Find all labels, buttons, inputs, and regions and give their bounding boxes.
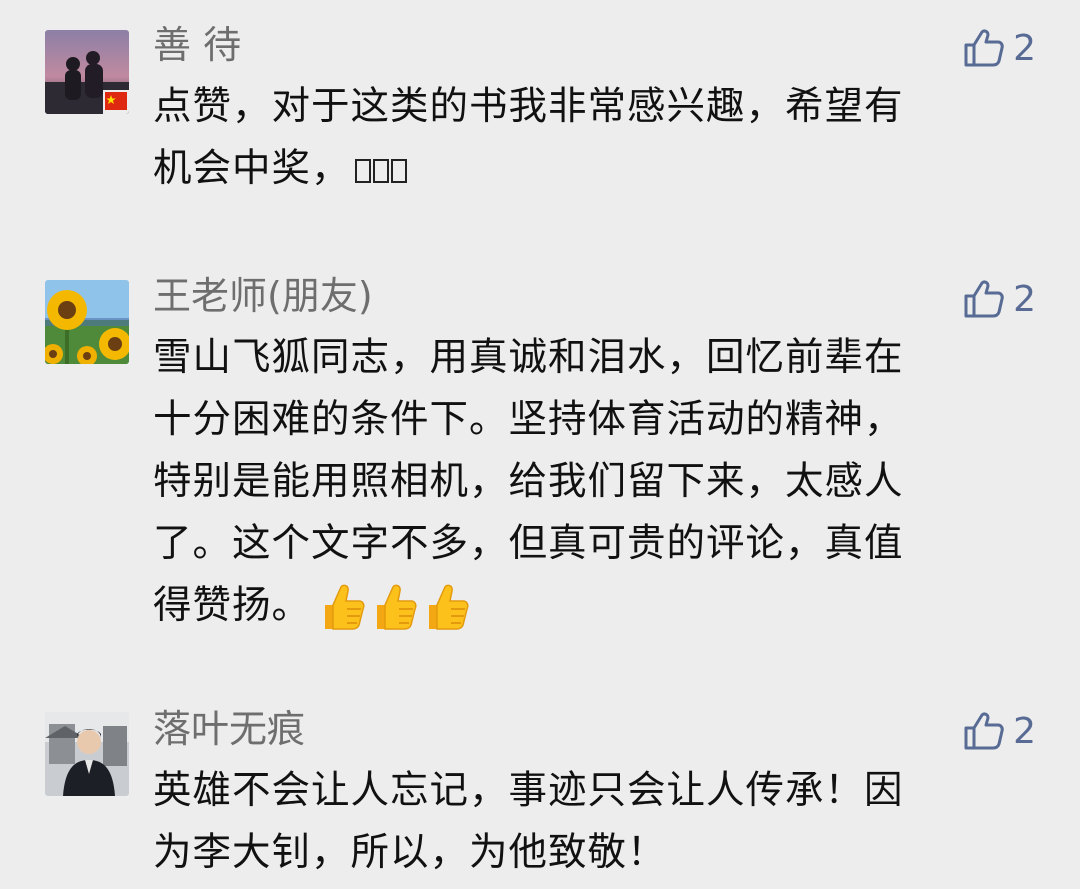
like-count: 2 — [1013, 27, 1036, 69]
china-flag-icon — [105, 92, 127, 110]
comment-line-text: 得赞扬。 — [153, 583, 312, 628]
comment-text: 点赞，对于这类的书我非常感兴趣，希望有 机会中奖， — [153, 76, 1013, 202]
like-button[interactable]: 2 — [963, 708, 1036, 754]
comment-line: 机会中奖， — [153, 138, 1013, 202]
comment-line: 了。这个文字不多，但真可贵的评论，真值 — [153, 521, 904, 566]
commenter-name[interactable]: 王老师(朋友) — [153, 273, 373, 319]
like-button[interactable]: 2 — [963, 276, 1036, 322]
like-count: 2 — [1013, 278, 1036, 320]
commenter-name[interactable]: 善 待 — [153, 22, 241, 68]
emoji-group — [319, 583, 471, 633]
comment-line: 十分困难的条件下。坚持体育活动的精神， — [153, 397, 904, 442]
thumb-up-outline-icon — [964, 280, 1004, 318]
thumbs-up-emoji-icon — [429, 584, 469, 630]
avatar[interactable] — [45, 30, 129, 114]
thumbs-up-emoji-icon — [377, 584, 417, 630]
like-button[interactable]: 2 — [963, 25, 1036, 71]
comment-line-text: 机会中奖， — [153, 146, 351, 191]
comment-text: 英雄不会让人忘记，事迹只会让人传承！因 为李大钊，所以，为他致敬！ — [153, 760, 1013, 884]
man-portrait-avatar-icon — [45, 712, 129, 796]
avatar[interactable] — [45, 280, 129, 364]
comment-line: 为李大钊，所以，为他致敬！ — [153, 830, 667, 875]
comment-line: 特别是能用照相机，给我们留下来，太感人 — [153, 459, 904, 504]
comment-line: 雪山飞狐同志，用真诚和泪水，回忆前辈在 — [153, 335, 904, 380]
avatar-photo-icon — [45, 30, 129, 114]
comment-text: 雪山飞狐同志，用真诚和泪水，回忆前辈在 十分困难的条件下。坚持体育活动的精神， … — [153, 327, 1013, 637]
comment-line: 英雄不会让人忘记，事迹只会让人传承！因 — [153, 768, 904, 813]
thumbs-up-emoji-icon — [325, 584, 365, 630]
unrendered-emoji-glyphs — [354, 140, 409, 202]
comment-line: 点赞，对于这类的书我非常感兴趣，希望有 — [153, 84, 904, 129]
comment-line: 得赞扬。 — [153, 575, 1013, 637]
thumb-up-outline-icon — [964, 29, 1004, 67]
like-count: 2 — [1013, 710, 1036, 752]
thumb-up-outline-icon — [964, 712, 1004, 750]
avatar[interactable] — [45, 712, 129, 796]
sunflower-avatar-icon — [45, 280, 129, 364]
commenter-name[interactable]: 落叶无痕 — [153, 706, 305, 752]
